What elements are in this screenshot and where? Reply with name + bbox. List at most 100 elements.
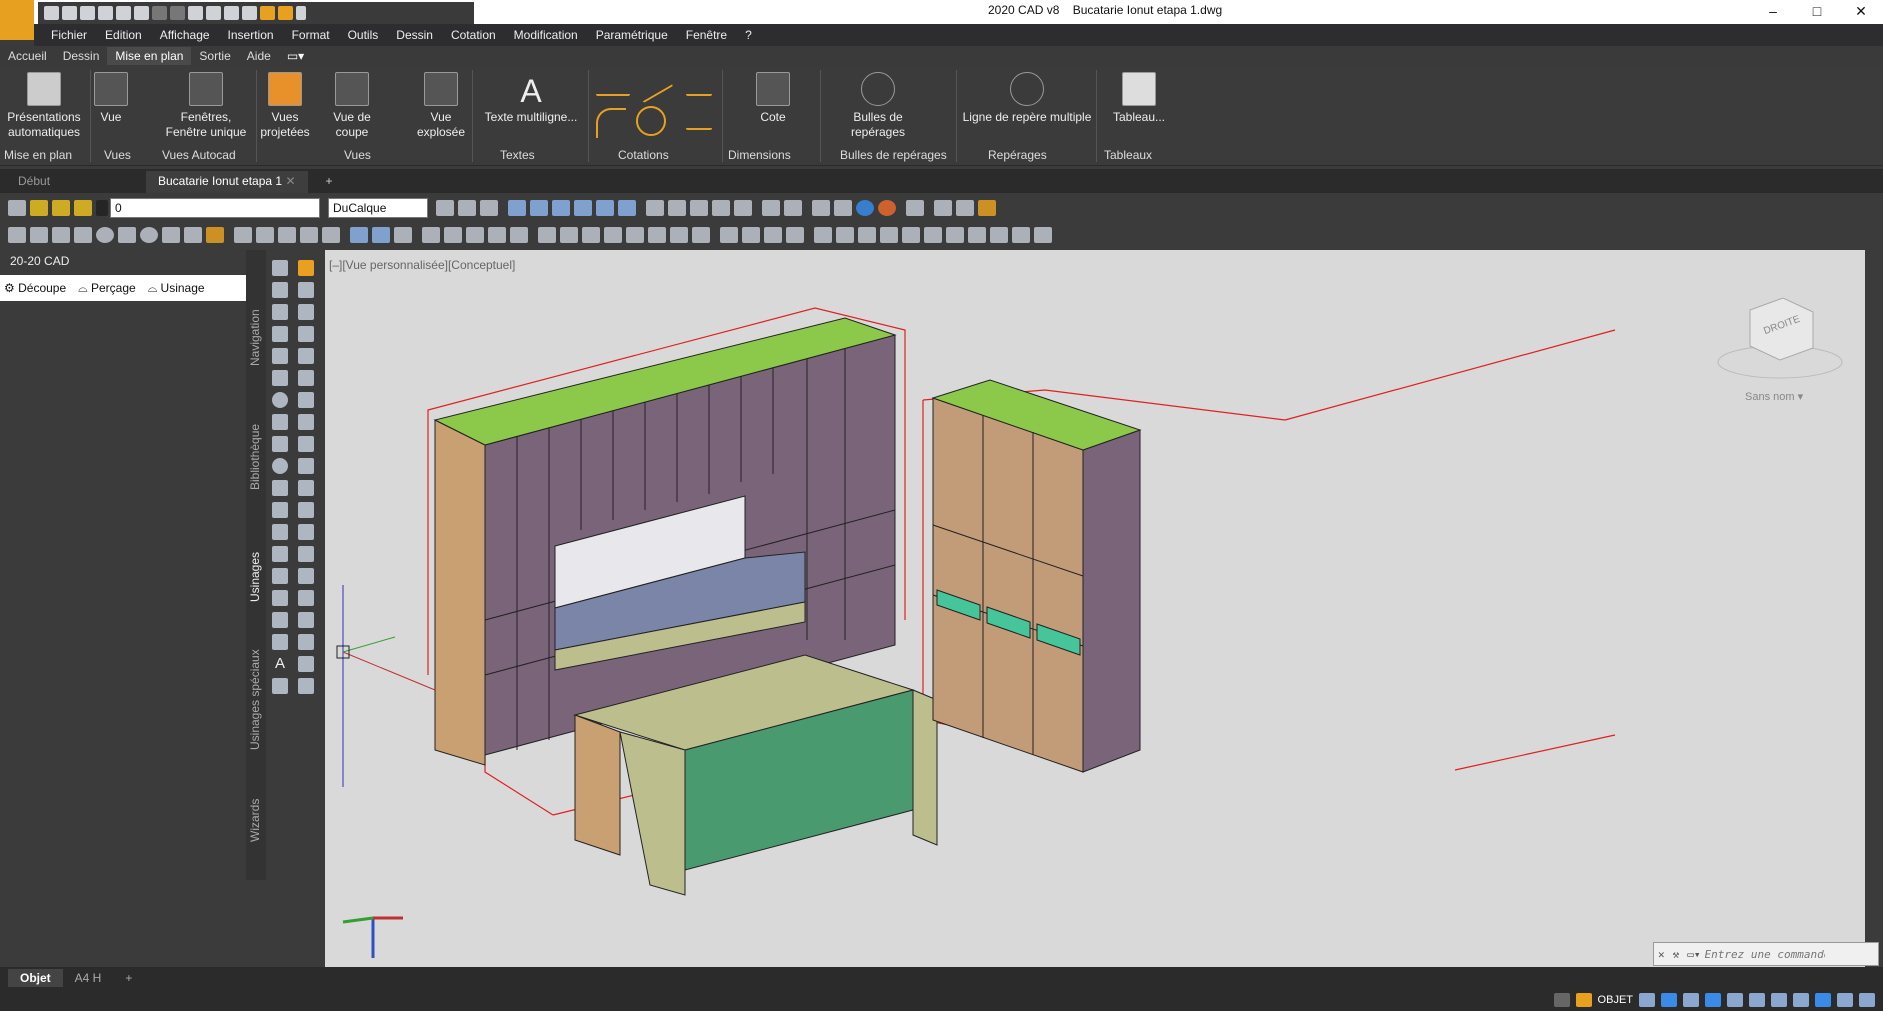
- customize-icon[interactable]: [1859, 993, 1875, 1007]
- color-edges-icon[interactable]: [692, 227, 710, 243]
- zoom-icon[interactable]: [298, 678, 314, 694]
- panel-vues-autocad[interactable]: Vues Autocad: [162, 148, 236, 162]
- model-space-icon[interactable]: [1553, 993, 1570, 1007]
- dim-diameter-icon[interactable]: [946, 227, 964, 243]
- panel-mise-en-plan[interactable]: Mise en plan: [4, 148, 72, 162]
- ucs-world-icon[interactable]: [956, 200, 974, 216]
- view-front-icon[interactable]: [596, 200, 614, 216]
- check-icon[interactable]: [764, 227, 782, 243]
- viewports-button[interactable]: Fenêtres, Fenêtre unique: [162, 72, 250, 140]
- separate-icon[interactable]: [742, 227, 760, 243]
- region-icon[interactable]: [272, 612, 288, 628]
- dim-linear-icon[interactable]: [814, 227, 832, 243]
- tab-bibliotheque[interactable]: Bibliothèque: [248, 424, 262, 490]
- close-tab-icon[interactable]: ✕: [285, 174, 295, 188]
- iso-ne-icon[interactable]: [690, 200, 708, 216]
- balloons-button[interactable]: Bulles de repérages: [826, 72, 930, 140]
- extrude-icon[interactable]: [234, 227, 252, 243]
- sun-icon[interactable]: [278, 6, 293, 20]
- iso-nw-icon[interactable]: [712, 200, 730, 216]
- menu-edition[interactable]: Edition: [96, 28, 151, 42]
- linetype-select[interactable]: DuCalque: [328, 198, 428, 218]
- mtext-icon[interactable]: A: [272, 656, 288, 672]
- panel-vues[interactable]: Vues: [104, 148, 131, 162]
- view-top-icon[interactable]: [508, 200, 526, 216]
- minimize-button[interactable]: –: [1751, 0, 1795, 22]
- close-icon[interactable]: ✕: [1654, 948, 1669, 961]
- panel-reperages[interactable]: Repérages: [988, 148, 1047, 162]
- dim-baseline-icon[interactable]: [1012, 227, 1030, 243]
- flatshot-icon[interactable]: [626, 227, 644, 243]
- visual-manager-icon[interactable]: [906, 200, 924, 216]
- maximize-button[interactable]: □: [1795, 0, 1839, 22]
- ucs-face-icon[interactable]: [978, 200, 996, 216]
- cotations-tools[interactable]: [596, 66, 716, 138]
- intersect-icon[interactable]: [394, 227, 412, 243]
- tab-accueil[interactable]: Accueil: [0, 47, 55, 65]
- copy-icon[interactable]: [298, 282, 314, 298]
- dim-quick-icon[interactable]: [990, 227, 1008, 243]
- menu-insertion[interactable]: Insertion: [219, 28, 283, 42]
- save-icon[interactable]: [80, 6, 95, 20]
- ellipse-arc-icon[interactable]: [272, 480, 288, 496]
- match-layer-icon[interactable]: [436, 200, 454, 216]
- section-view-button[interactable]: Vue de coupe: [320, 72, 384, 140]
- planar-surface-icon[interactable]: [206, 227, 224, 243]
- ellipse-icon[interactable]: [272, 458, 288, 474]
- lock-icon[interactable]: [74, 200, 92, 216]
- view-left-icon[interactable]: [552, 200, 570, 216]
- presspull-icon[interactable]: [256, 227, 274, 243]
- polygon-icon[interactable]: [272, 326, 288, 342]
- clean-icon[interactable]: [786, 227, 804, 243]
- tab-a4h[interactable]: A4 H: [63, 969, 114, 987]
- polar-icon[interactable]: [1683, 993, 1699, 1007]
- move-icon[interactable]: [298, 370, 314, 386]
- 3d-move-icon[interactable]: [422, 227, 440, 243]
- orbit-tool-icon[interactable]: [298, 656, 314, 672]
- drawing-viewport[interactable]: [–][Vue personnalisée][Conceptuel] DROIT…: [325, 250, 1865, 968]
- revolve-icon[interactable]: [300, 227, 318, 243]
- panel-bulles[interactable]: Bulles de repérages: [840, 148, 947, 162]
- tab-mise-en-plan[interactable]: Mise en plan: [107, 47, 192, 65]
- add-selected-icon[interactable]: [272, 678, 288, 694]
- lightbulb-icon[interactable]: [260, 6, 275, 20]
- tab-percage[interactable]: ⌓ Perçage: [78, 281, 136, 296]
- circle-icon[interactable]: [272, 392, 288, 408]
- dim-jogged-icon[interactable]: [924, 227, 942, 243]
- tab-usinage[interactable]: ⌓ Usinage: [148, 281, 205, 296]
- ortho-icon[interactable]: [1661, 993, 1677, 1007]
- offset-icon[interactable]: [298, 326, 314, 342]
- 3d-align-icon[interactable]: [466, 227, 484, 243]
- lightbulb-icon[interactable]: [30, 200, 48, 216]
- realistic-sphere-icon[interactable]: [834, 200, 852, 216]
- table-button[interactable]: Tableau...: [1104, 72, 1174, 125]
- interfere-icon[interactable]: [560, 227, 578, 243]
- baseline-dimension-icon[interactable]: [686, 74, 712, 96]
- layer-manager-icon[interactable]: [8, 200, 26, 216]
- arc-dimension-icon[interactable]: [596, 108, 626, 138]
- panel-textes[interactable]: Textes: [500, 148, 535, 162]
- hatch-icon[interactable]: [272, 568, 288, 584]
- dim-radius-icon[interactable]: [902, 227, 920, 243]
- conceptual-sphere-icon[interactable]: [856, 200, 874, 216]
- new-file-icon[interactable]: [44, 6, 59, 20]
- tab-aide[interactable]: Aide: [239, 47, 279, 65]
- tab-usinages-speciaux[interactable]: Usinages spéciaux: [248, 649, 262, 750]
- linear-dimension-icon[interactable]: [596, 74, 630, 96]
- isolate-icon[interactable]: [1815, 993, 1831, 1007]
- layer-states-icon[interactable]: [480, 200, 498, 216]
- 3d-array-icon[interactable]: [510, 227, 528, 243]
- tab-document[interactable]: Bucatarie Ionut etapa 1 ✕: [146, 171, 308, 193]
- menu-fichier[interactable]: Fichier: [42, 28, 96, 42]
- sphere-icon[interactable]: [96, 227, 114, 243]
- command-history-icon[interactable]: ▭▾: [1683, 948, 1704, 961]
- hidden-icon[interactable]: [812, 200, 830, 216]
- tab-usinages[interactable]: Usinages: [248, 552, 262, 602]
- insert-block-icon[interactable]: [272, 502, 288, 518]
- iso-sw-icon[interactable]: [646, 200, 664, 216]
- properties-icon[interactable]: [188, 6, 203, 20]
- settings-gear-icon[interactable]: [1749, 993, 1765, 1007]
- command-line[interactable]: ✕ ⚒ ▭▾: [1653, 942, 1879, 966]
- wedge-icon[interactable]: [52, 227, 70, 243]
- section-plane-icon[interactable]: [604, 227, 622, 243]
